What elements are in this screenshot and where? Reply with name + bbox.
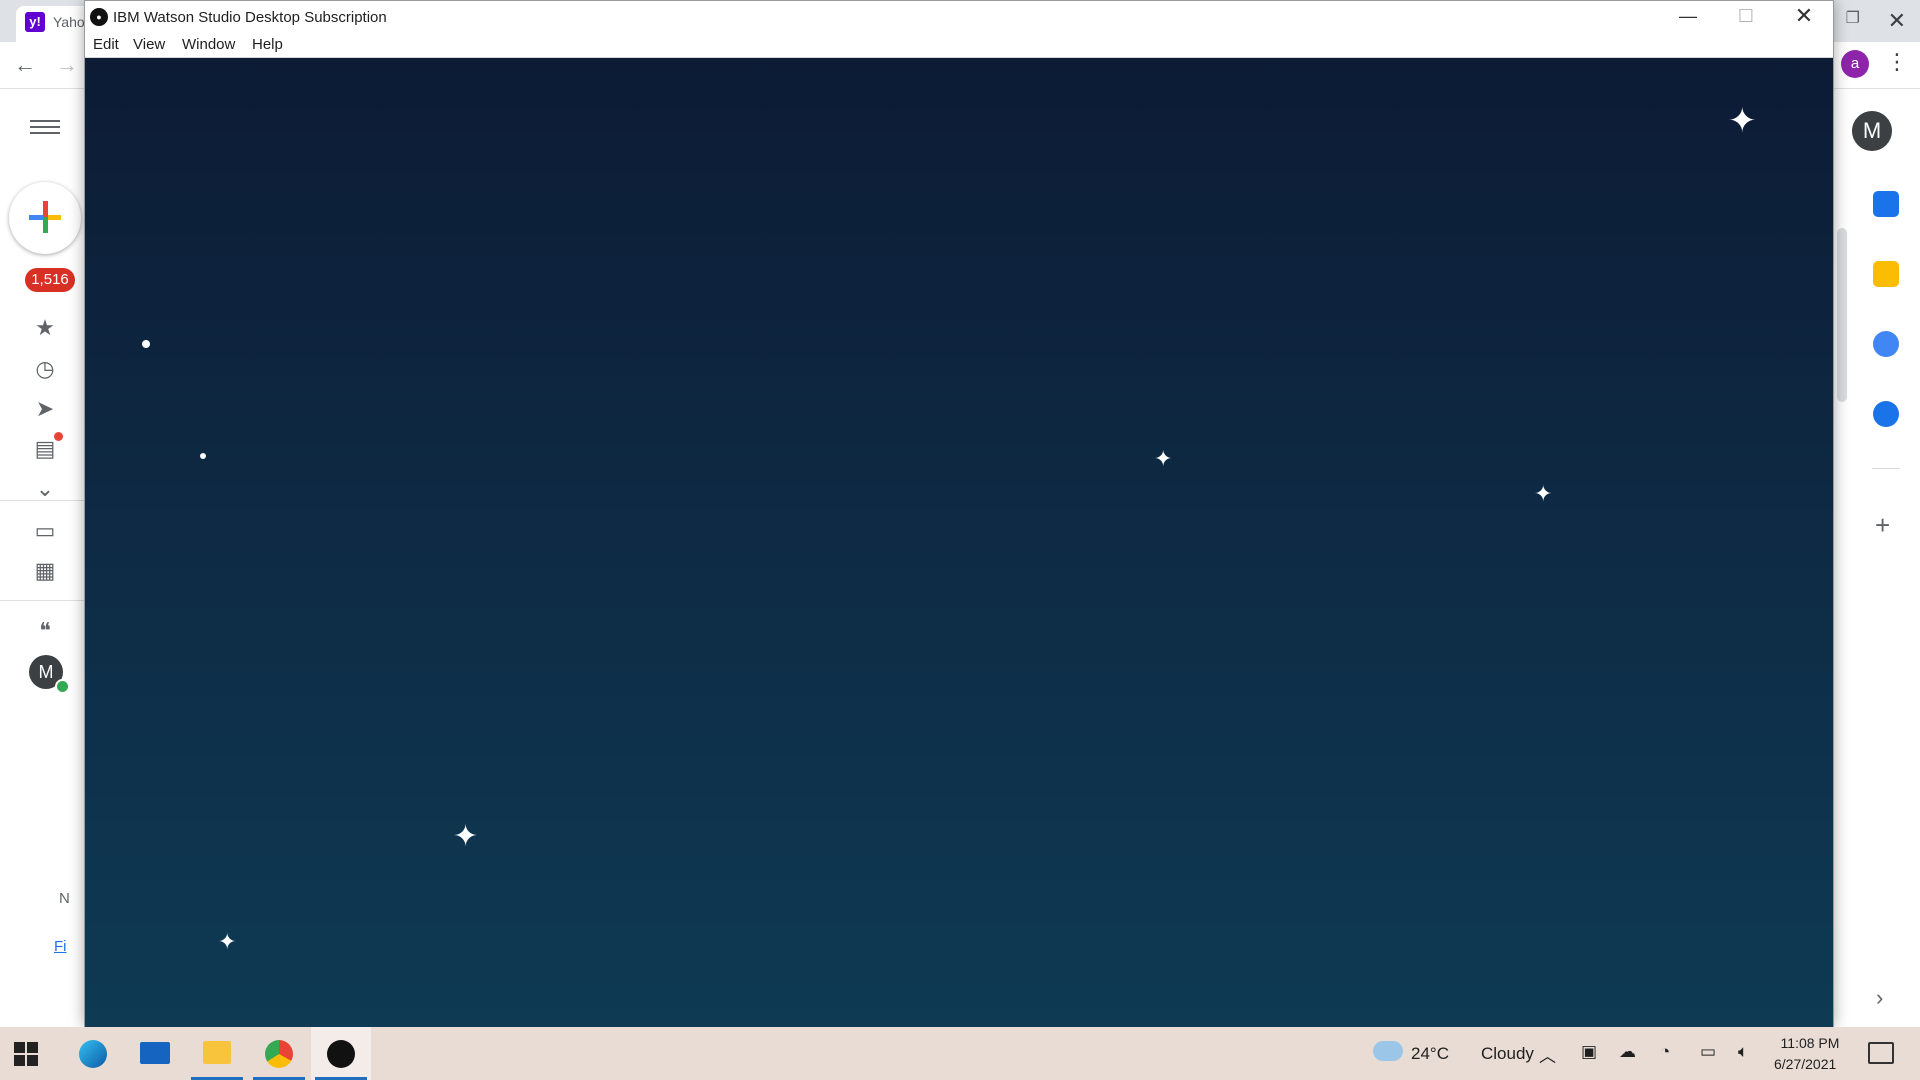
mail-icon	[140, 1042, 170, 1064]
google-contacts-icon[interactable]	[1873, 401, 1899, 427]
inbox-count-badge[interactable]: 1,516	[25, 268, 75, 292]
drafts-notification-dot	[54, 432, 63, 441]
meet-now-icon[interactable]: ▣	[1581, 1042, 1597, 1062]
browser-tab-title: Yaho	[53, 14, 85, 30]
windows-taskbar: 24°C Cloudy ︿ ▣ ☁ ◔ ▭ 🔈︎ 11:08 PM 6/27/2…	[0, 1027, 1920, 1080]
clock-icon[interactable]: ◷	[32, 356, 58, 382]
restore-icon[interactable]: ❐	[1846, 8, 1860, 28]
star-icon[interactable]: ★	[32, 315, 58, 341]
sparkle-star: ✦	[1534, 481, 1553, 506]
scrollbar[interactable]	[1837, 228, 1847, 402]
google-tasks-icon[interactable]	[1873, 331, 1899, 357]
app-title: IBM Watson Studio Desktop Subscription	[113, 9, 387, 26]
yahoo-favicon-icon: y!	[25, 12, 45, 32]
rail-divider	[0, 500, 84, 501]
close-icon[interactable]: ✕	[1888, 8, 1906, 34]
edge-taskbar-button[interactable]	[63, 1027, 123, 1080]
account-avatar[interactable]: M	[1852, 111, 1892, 151]
video-camera-icon[interactable]: ▭	[32, 518, 58, 544]
wifi-icon[interactable]: ◔	[1660, 1042, 1670, 1062]
hangouts-icon[interactable]: ❝	[32, 618, 58, 644]
forward-arrow-icon[interactable]: →	[56, 52, 78, 78]
minimize-button[interactable]: —	[1659, 1, 1717, 33]
online-status-dot	[55, 679, 70, 694]
weather-condition[interactable]: Cloudy	[1481, 1044, 1534, 1064]
menu-help[interactable]: Help	[252, 36, 283, 53]
watson-studio-taskbar-button[interactable]	[311, 1027, 371, 1080]
chevron-down-icon[interactable]: ⌄	[32, 476, 58, 502]
back-arrow-icon[interactable]: ←	[14, 52, 36, 78]
watson-studio-icon	[327, 1040, 355, 1068]
app-title-bar[interactable]: ● IBM Watson Studio Desktop Subscription…	[85, 1, 1833, 33]
sparkle-star: ✦	[218, 929, 237, 954]
menu-view[interactable]: View	[133, 36, 165, 53]
file-explorer-icon	[203, 1041, 231, 1064]
menu-edit[interactable]: Edit	[93, 36, 119, 53]
edge-icon	[79, 1040, 107, 1068]
close-button[interactable]: ✕	[1775, 1, 1833, 33]
action-center-icon[interactable]	[1868, 1042, 1894, 1064]
watson-studio-window: ● IBM Watson Studio Desktop Subscription…	[84, 0, 1834, 1027]
watson-studio-logo-icon: ●	[90, 8, 108, 26]
compose-button[interactable]	[9, 182, 81, 254]
hamburger-menu-icon[interactable]	[30, 116, 60, 136]
star-dot	[142, 340, 150, 348]
browser-profile-avatar[interactable]: a	[1841, 50, 1869, 78]
side-panel-divider	[1872, 468, 1900, 469]
cloud-weather-icon[interactable]	[1373, 1041, 1403, 1061]
file-explorer-taskbar-button[interactable]	[187, 1027, 247, 1080]
star-dot	[200, 453, 206, 459]
calendar-icon[interactable]: ▦	[32, 558, 58, 584]
menu-window[interactable]: Window	[182, 36, 235, 53]
show-hidden-icons-chevron-icon[interactable]: ︿	[1539, 1042, 1556, 1067]
chrome-icon	[265, 1040, 293, 1068]
rail-divider	[0, 600, 84, 601]
windows-start-icon[interactable]	[14, 1042, 38, 1066]
battery-icon[interactable]: ▭	[1700, 1042, 1716, 1062]
send-icon[interactable]: ➤	[32, 396, 58, 422]
compose-plus-vertical	[43, 201, 48, 233]
google-keep-icon[interactable]	[1873, 261, 1899, 287]
chrome-taskbar-button[interactable]	[249, 1027, 309, 1080]
sparkle-star: ✦	[1728, 102, 1757, 140]
footer-text: N	[59, 890, 70, 907]
footer-link[interactable]: Fi	[54, 938, 67, 955]
maximize-button[interactable]: ☐	[1717, 1, 1775, 33]
weather-temperature[interactable]: 24°C	[1411, 1044, 1449, 1064]
sparkle-star: ✦	[1154, 446, 1173, 471]
google-calendar-icon[interactable]	[1873, 191, 1899, 217]
app-menu-bar: Edit View Window Help	[85, 33, 1833, 58]
app-loading-canvas: ✦ ✦ ✦ ✦ ✦	[85, 58, 1833, 1027]
mail-taskbar-button[interactable]	[125, 1027, 185, 1080]
clock-date[interactable]: 6/27/2021	[1774, 1056, 1836, 1072]
drafts-icon[interactable]: ▤	[32, 436, 58, 462]
add-addon-icon[interactable]: +	[1875, 510, 1890, 541]
sparkle-star: ✦	[453, 820, 479, 853]
onedrive-cloud-icon[interactable]: ☁	[1619, 1042, 1636, 1062]
browser-menu-icon[interactable]: ⋮	[1886, 49, 1908, 75]
clock-time[interactable]: 11:08 PM	[1780, 1035, 1840, 1051]
volume-icon[interactable]: 🔈︎	[1738, 1042, 1748, 1062]
chevron-right-icon[interactable]: ›	[1876, 985, 1883, 1011]
